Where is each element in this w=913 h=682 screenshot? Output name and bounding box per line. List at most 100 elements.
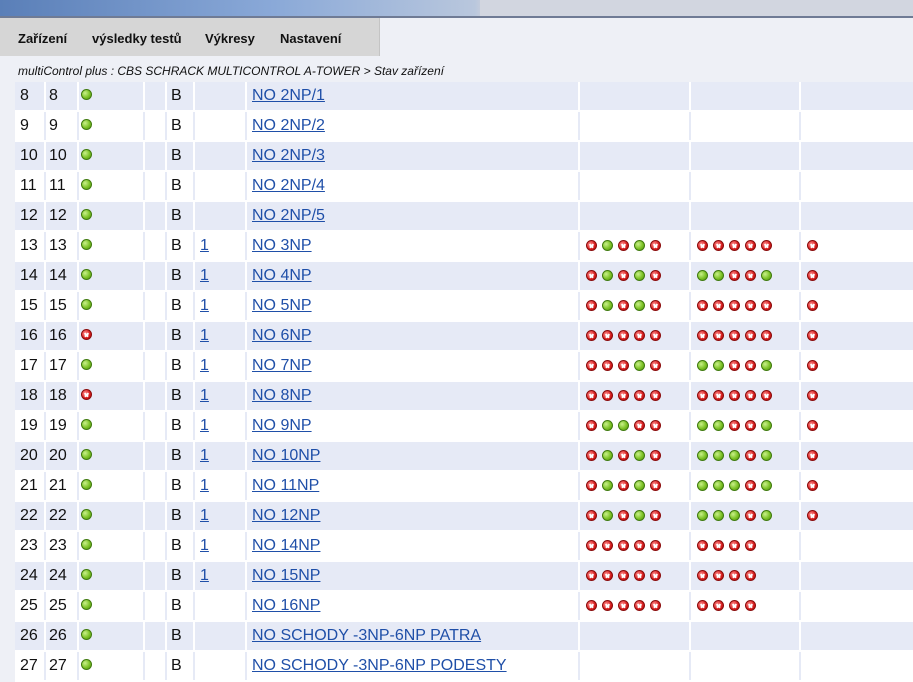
drawing-link[interactable]: 1 bbox=[200, 387, 209, 404]
status-ok-icon bbox=[634, 450, 645, 462]
status-ok-icon bbox=[81, 299, 92, 311]
drawing-link[interactable]: 1 bbox=[200, 477, 209, 494]
status-error-icon bbox=[586, 450, 597, 462]
cell-status bbox=[79, 142, 145, 170]
drawing-link[interactable]: 1 bbox=[200, 327, 209, 344]
device-name-link[interactable]: NO 8NP bbox=[252, 387, 312, 404]
status-error-icon bbox=[761, 330, 772, 342]
drawing-link[interactable]: 1 bbox=[200, 417, 209, 434]
status-ok-icon bbox=[634, 240, 645, 252]
drawing-link[interactable]: 1 bbox=[200, 237, 209, 254]
cell-index: 17 bbox=[46, 352, 79, 380]
device-name-link[interactable]: NO 15NP bbox=[252, 567, 320, 584]
cell-type: B bbox=[167, 532, 195, 560]
row-address: 16 bbox=[20, 327, 38, 344]
status-ok-icon bbox=[81, 359, 92, 371]
device-name-link[interactable]: NO 3NP bbox=[252, 237, 312, 254]
row-address: 12 bbox=[20, 207, 38, 224]
row-index: 23 bbox=[49, 537, 67, 554]
cell-index: 21 bbox=[46, 472, 79, 500]
status-error-icon bbox=[634, 420, 645, 432]
cell-test-group-3 bbox=[801, 622, 913, 650]
table-row: 22 22 B 1 NO 12NP bbox=[15, 502, 913, 532]
drawing-link[interactable]: 1 bbox=[200, 267, 209, 284]
device-name-link[interactable]: NO 6NP bbox=[252, 327, 312, 344]
row-type: B bbox=[171, 87, 182, 104]
device-name-link[interactable]: NO 2NP/5 bbox=[252, 207, 325, 224]
status-ok-icon bbox=[602, 240, 613, 252]
device-name-link[interactable]: NO 2NP/2 bbox=[252, 117, 325, 134]
row-address: 15 bbox=[20, 297, 38, 314]
row-address: 25 bbox=[20, 597, 38, 614]
cell-device-name: NO 7NP bbox=[247, 352, 580, 380]
row-index: 14 bbox=[49, 267, 67, 284]
status-ok-icon bbox=[761, 510, 772, 522]
device-name-link[interactable]: NO 5NP bbox=[252, 297, 312, 314]
device-name-link[interactable]: NO 11NP bbox=[252, 477, 319, 494]
menu-item-vykresy[interactable]: Výkresy bbox=[205, 31, 255, 46]
status-ok-icon bbox=[81, 269, 92, 281]
drawing-link[interactable]: 1 bbox=[200, 297, 209, 314]
row-address: 24 bbox=[20, 567, 38, 584]
row-type: B bbox=[171, 657, 182, 674]
status-error-icon bbox=[697, 240, 708, 252]
row-index: 26 bbox=[49, 627, 67, 644]
drawing-link[interactable]: 1 bbox=[200, 507, 209, 524]
status-error-icon bbox=[650, 450, 661, 462]
status-error-icon bbox=[618, 450, 629, 462]
device-name-link[interactable]: NO 4NP bbox=[252, 267, 312, 284]
status-ok-icon bbox=[81, 659, 92, 671]
status-error-icon bbox=[761, 240, 772, 252]
status-error-icon bbox=[729, 600, 740, 612]
drawing-link[interactable]: 1 bbox=[200, 357, 209, 374]
row-type: B bbox=[171, 477, 182, 494]
status-ok-icon bbox=[634, 480, 645, 492]
device-name-link[interactable]: NO 2NP/3 bbox=[252, 147, 325, 164]
cell-index: 25 bbox=[46, 592, 79, 620]
drawing-link[interactable]: 1 bbox=[200, 567, 209, 584]
cell-test-group-3 bbox=[801, 472, 913, 500]
menu-item-zarizeni[interactable]: Zařízení bbox=[18, 31, 67, 46]
device-name-link[interactable]: NO SCHODY -3NP-6NP PODESTY bbox=[252, 657, 507, 674]
table-row: 25 25 B NO 16NP bbox=[15, 592, 913, 622]
status-error-icon bbox=[713, 570, 724, 582]
cell-address: 23 bbox=[15, 532, 46, 560]
device-name-link[interactable]: NO 9NP bbox=[252, 417, 312, 434]
status-error-icon bbox=[745, 600, 756, 612]
cell-empty bbox=[145, 172, 167, 200]
row-address: 18 bbox=[20, 387, 38, 404]
device-name-link[interactable]: NO 2NP/1 bbox=[252, 87, 325, 104]
device-name-link[interactable]: NO 2NP/4 bbox=[252, 177, 325, 194]
menu-item-nastaveni[interactable]: Nastavení bbox=[280, 31, 341, 46]
cell-drawing-link bbox=[195, 142, 247, 170]
device-name-link[interactable]: NO 16NP bbox=[252, 597, 320, 614]
cell-test-group-2 bbox=[691, 442, 801, 470]
cell-address: 13 bbox=[15, 232, 46, 260]
device-name-link[interactable]: NO 10NP bbox=[252, 447, 320, 464]
table-row: 17 17 B 1 NO 7NP bbox=[15, 352, 913, 382]
row-type: B bbox=[171, 507, 182, 524]
cell-test-group-3 bbox=[801, 442, 913, 470]
device-name-link[interactable]: NO SCHODY -3NP-6NP PATRA bbox=[252, 627, 481, 644]
drawing-link[interactable]: 1 bbox=[200, 447, 209, 464]
status-error-icon bbox=[586, 390, 597, 402]
table-row: 13 13 B 1 NO 3NP bbox=[15, 232, 913, 262]
row-index: 24 bbox=[49, 567, 67, 584]
cell-index: 20 bbox=[46, 442, 79, 470]
cell-type: B bbox=[167, 442, 195, 470]
device-name-link[interactable]: NO 7NP bbox=[252, 357, 312, 374]
cell-empty bbox=[145, 262, 167, 290]
drawing-link[interactable]: 1 bbox=[200, 537, 209, 554]
row-index: 25 bbox=[49, 597, 67, 614]
cell-status bbox=[79, 202, 145, 230]
status-ok-icon bbox=[761, 420, 772, 432]
status-error-icon bbox=[618, 570, 629, 582]
table-row: 14 14 B 1 NO 4NP bbox=[15, 262, 913, 292]
device-name-link[interactable]: NO 14NP bbox=[252, 537, 320, 554]
device-name-link[interactable]: NO 12NP bbox=[252, 507, 320, 524]
menu-item-vysledky-testu[interactable]: výsledky testů bbox=[92, 31, 182, 46]
cell-index: 9 bbox=[46, 112, 79, 140]
status-error-icon bbox=[697, 600, 708, 612]
cell-test-group-3 bbox=[801, 382, 913, 410]
table-row: 12 12 B NO 2NP/5 bbox=[15, 202, 913, 232]
